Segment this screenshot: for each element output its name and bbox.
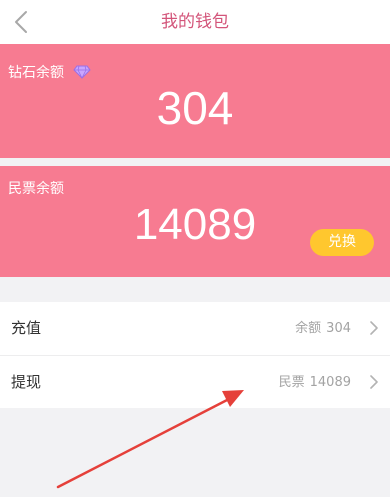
recharge-detail-value: 304 — [326, 321, 351, 336]
diamond-balance-card: 钻石余额 304 — [0, 44, 390, 158]
recharge-detail: 余额 304 — [295, 302, 351, 355]
diamond-balance-label-group: 钻石余额 — [8, 62, 91, 82]
chevron-left-icon — [15, 11, 27, 33]
recharge-row[interactable]: 充值 余额 304 — [0, 302, 390, 355]
ticket-balance-label: 民票余额 — [8, 181, 64, 197]
chevron-right-icon — [370, 321, 378, 335]
withdraw-detail: 民票 14089 — [279, 356, 351, 409]
diamond-balance-label: 钻石余额 — [8, 65, 64, 81]
recharge-detail-prefix: 余额 — [295, 321, 322, 336]
diamond-icon — [73, 65, 91, 79]
wallet-action-list: 充值 余额 304 提现 民票 14089 — [0, 302, 390, 408]
top-nav-bar: 我的钱包 — [0, 0, 390, 44]
withdraw-detail-prefix: 民票 — [278, 375, 305, 390]
recharge-label: 充值 — [11, 319, 42, 337]
withdraw-detail-value: 14089 — [309, 375, 351, 390]
ticket-balance-card: 民票余额 14089 兑换 — [0, 166, 390, 277]
diamond-balance-value: 304 — [156, 82, 234, 134]
back-button[interactable] — [6, 6, 36, 38]
withdraw-label: 提现 — [11, 373, 42, 391]
chevron-right-icon — [370, 375, 378, 389]
exchange-button[interactable]: 兑换 — [310, 229, 374, 256]
withdraw-row[interactable]: 提现 民票 14089 — [0, 356, 390, 409]
page-title: 我的钱包 — [161, 12, 229, 32]
